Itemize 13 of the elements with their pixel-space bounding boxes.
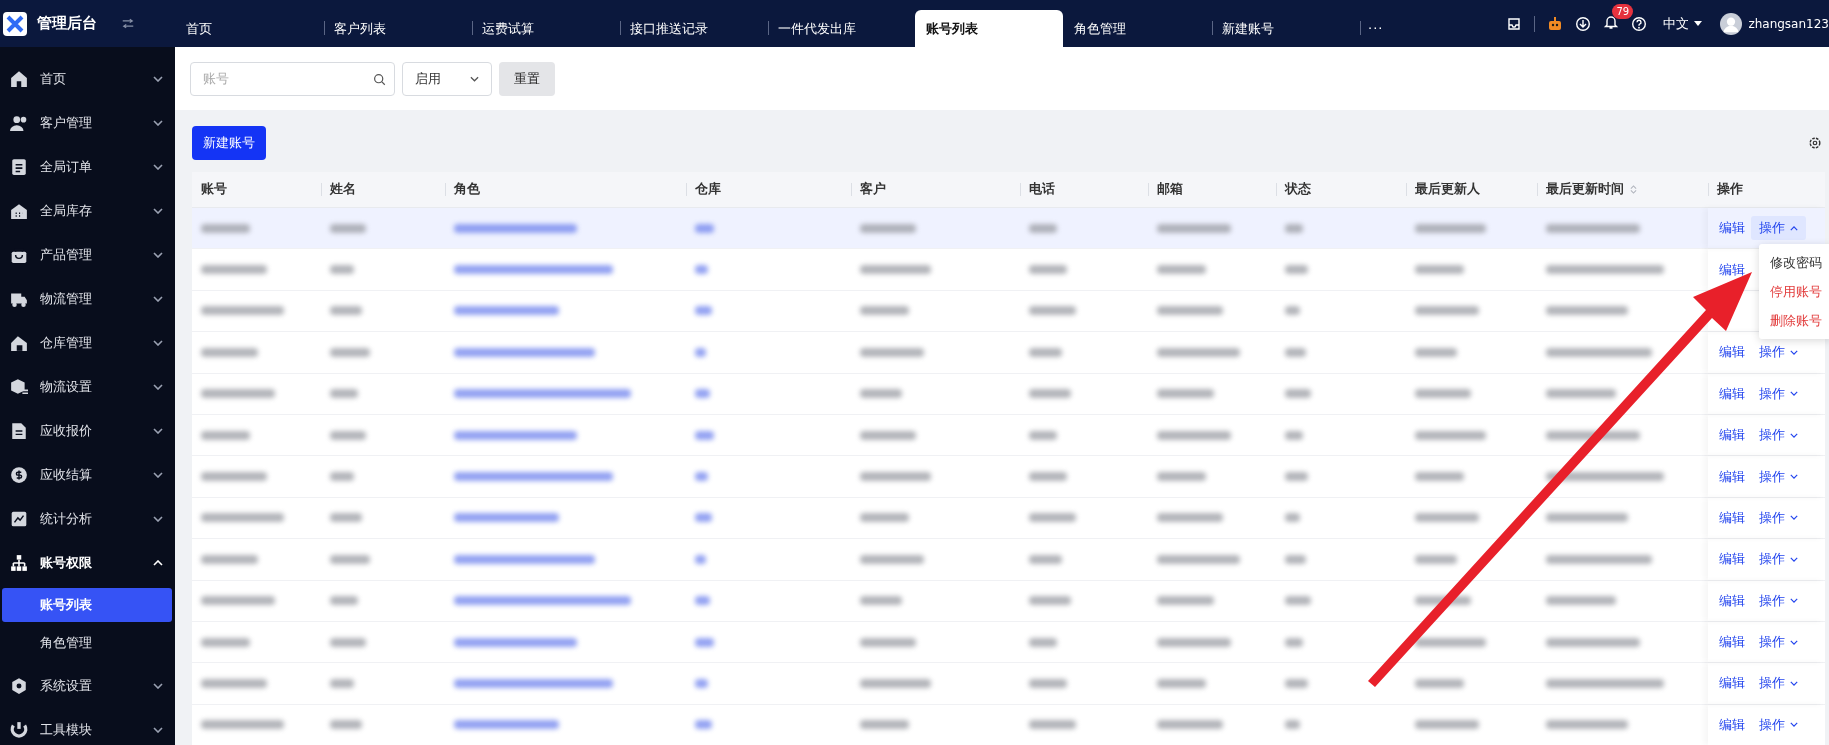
column-header: 最后更新人 bbox=[1415, 181, 1480, 198]
column-header: 账号 bbox=[201, 181, 227, 198]
column-header: 状态 bbox=[1285, 181, 1311, 198]
notification-badge: 79 bbox=[1612, 4, 1634, 19]
column-header: 姓名 bbox=[330, 181, 356, 198]
column-header: 邮箱 bbox=[1157, 181, 1183, 198]
column-header: 客户 bbox=[860, 181, 886, 198]
column-header: 电话 bbox=[1029, 181, 1055, 198]
column-header: 仓库 bbox=[695, 181, 721, 198]
column-header: 操作 bbox=[1717, 181, 1743, 198]
column-header: 角色 bbox=[454, 181, 480, 198]
app-title: 管理后台 bbox=[37, 14, 97, 33]
column-header: 最后更新时间 bbox=[1546, 181, 1624, 198]
